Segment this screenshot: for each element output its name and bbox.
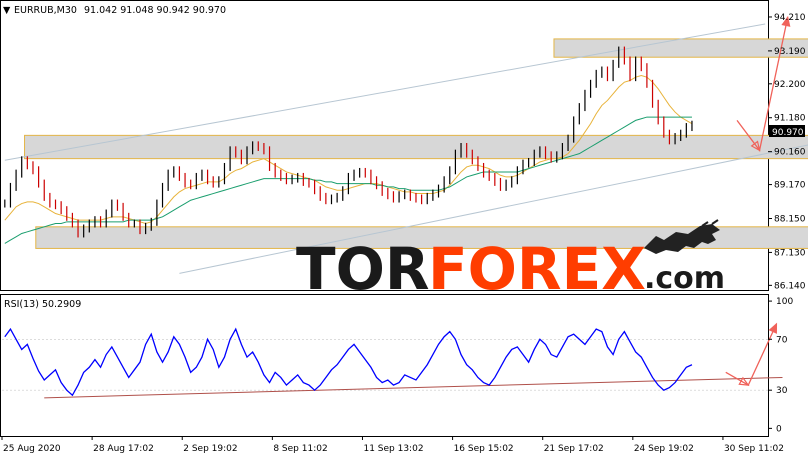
zone-mid (24, 134, 808, 160)
logo-com: .com (644, 261, 725, 296)
chart-canvas: 94.210 93.190 92.200 91.180 90.160 89.170 88.1… (0, 0, 808, 454)
zone-top (553, 38, 808, 58)
rsi-tick-label: 30 (776, 386, 788, 396)
price-tick-label: 94.210 (774, 13, 806, 23)
price-badge: 90.970 (772, 128, 804, 138)
price-axis: 94.210 93.190 92.200 91.180 90.160 89.170 88.1… (768, 13, 806, 291)
chart-ohlc: 91.042 91.048 90.942 90.970 (84, 5, 226, 16)
time-axis: 25 Aug 2020 28 Aug 17:02 2 Sep 19:02 8 Sep … (1, 436, 784, 454)
collapse-triangle-icon[interactable]: ▼ (3, 5, 11, 16)
rsi-tick-label: 70 (776, 335, 788, 345)
rsi-tick-label: 100 (776, 297, 793, 307)
time-tick-label: 8 Sep 11:02 (273, 444, 327, 454)
price-tick-label: 89.170 (774, 181, 806, 191)
price-tick-label: 93.190 (774, 47, 806, 57)
price-tick-label: 87.130 (774, 248, 806, 258)
time-tick-label: 24 Sep 19:02 (634, 444, 694, 454)
time-tick-label: 16 Sep 15:02 (454, 444, 514, 454)
price-tick-label: 92.200 (774, 80, 806, 90)
price-tick-label: 91.180 (774, 114, 806, 124)
rsi-tick-label: 0 (776, 424, 782, 434)
time-tick-label: 28 Aug 17:02 (93, 444, 154, 454)
time-tick-label: 21 Sep 17:02 (544, 444, 604, 454)
forecast-rsi-head (768, 322, 778, 334)
logo-tor: TOR (296, 235, 430, 303)
time-tick-label: 25 Aug 2020 (3, 444, 61, 454)
rsi-pane-frame (0, 294, 769, 437)
chart-symbol: EURRUB,M30 (14, 5, 77, 16)
rsi-label: RSI(13) 50.2909 (4, 299, 81, 310)
price-tick-label: 86.140 (774, 281, 806, 291)
logo-forex: FOREX (428, 235, 646, 303)
time-tick-label: 11 Sep 13:02 (363, 444, 423, 454)
price-tick-label: 90.160 (774, 148, 806, 158)
rsi-axis: 100 70 30 0 (768, 297, 793, 434)
time-tick-label: 30 Sep 11:02 (724, 444, 784, 454)
price-tick-label: 88.150 (774, 215, 806, 225)
time-tick-label: 2 Sep 19:02 (183, 444, 237, 454)
